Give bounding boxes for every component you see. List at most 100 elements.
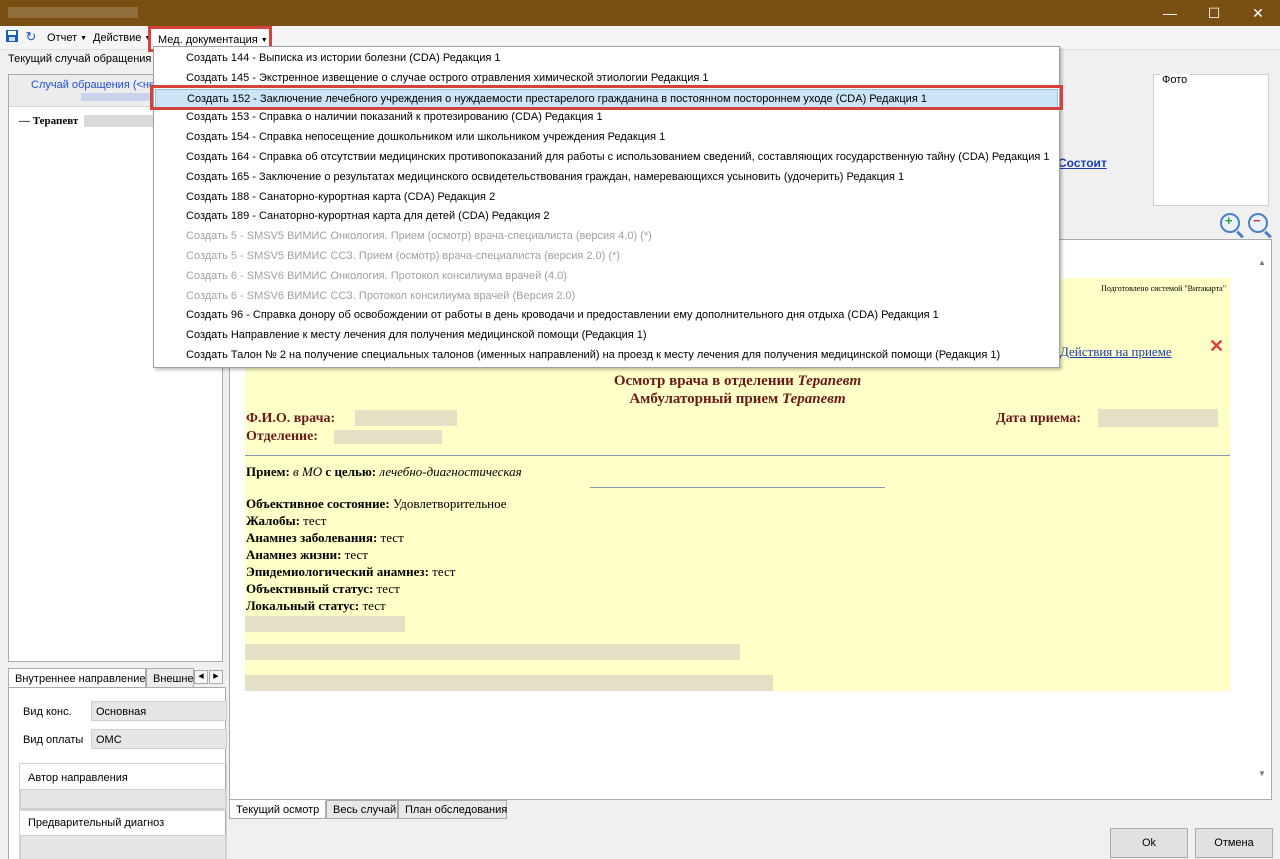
field-label: Жалобы: [246,513,300,528]
field-disease-anamnesis: Анамнез заболевания: тест [246,530,404,546]
scroll-up-icon[interactable]: ▲ [1256,258,1268,270]
reception-line: Прием: в МО с целью: лечебно-диагностиче… [246,464,522,480]
ok-button[interactable]: Ok [1110,828,1188,858]
menu-item[interactable]: Создать 154 - Справка непосещение дошкол… [155,128,1058,148]
field-value: тест [362,598,386,613]
field-life-anamnesis: Анамнез жизни: тест [246,547,368,563]
photo-frame: Фото [1153,74,1269,206]
document-title-line1: Осмотр врача в отделении Терапевт [245,373,1230,390]
current-case-label: Текущий случай обращения [8,53,152,65]
document-title-line2: Амбулаторный прием Терапевт [245,391,1230,408]
title-text: Амбулаторный прием [629,391,782,407]
menu-item[interactable]: Создать 144 - Выписка из истории болезни… [155,49,1058,69]
chevron-down-icon: ▼ [80,35,88,42]
field-label: Локальный статус: [246,598,360,613]
reception-goal-label: с целью: [325,464,377,479]
zoom-out-icon[interactable]: − [1248,213,1268,233]
tab-scroll-left-icon[interactable]: ◀ [194,670,208,684]
field-objective-state: Объективное состояние: Удовлетворительно… [246,496,507,512]
divider [590,487,885,488]
field-value: тест [376,581,400,596]
payment-kind-field[interactable]: ОМС [91,729,227,749]
author-field[interactable] [20,789,226,809]
field-label: Анамнез жизни: [246,547,342,562]
menu-item-disabled: Создать 5 - SMSV5 ВИМИС ССЗ. Прием (осмо… [186,250,620,262]
field-local-status: Локальный статус: тест [246,598,386,614]
menu-item-selected[interactable]: Создать 152 - Заключение лечебного учреж… [155,88,1058,109]
menu-item[interactable]: Создать 96 - Справка донору об освобожде… [155,306,1058,326]
menu-item[interactable]: Создать Талон № 2 на получение специальн… [155,346,1058,366]
menu-item[interactable]: Создать 145 - Экстренное извещение о слу… [155,69,1058,89]
field-epid-anamnesis: Эпидемиологический анамнез: тест [246,564,455,580]
menu-item[interactable]: Создать 189 - Санаторно-курортная карта … [155,207,1058,227]
action-menu[interactable]: Действие▼ [93,30,151,46]
author-label: Автор направления [28,772,128,784]
menu-item[interactable]: Создать 164 - Справка об отсутствии меди… [155,148,1058,168]
doctor-name-label: Ф.И.О. врача: [246,411,336,426]
consult-kind-label: Вид конс. [23,706,72,718]
tab-whole-case[interactable]: Весь случай [326,800,398,819]
menu-item-disabled: Создать 6 - SMSV6 ВИМИС Онкология. Прото… [186,269,567,282]
tree-node-therapist[interactable]: — Терапевт [19,115,155,128]
redacted-text [245,644,740,660]
field-value: тест [344,547,368,562]
action-menu-label: Действие [93,32,142,44]
redacted-text [245,616,405,632]
cancel-button[interactable]: Отмена [1195,828,1273,858]
meddoc-dropdown-menu: Создать 144 - Выписка из истории болезни… [153,46,1060,368]
diagnosis-field[interactable] [20,835,226,859]
save-icon[interactable] [4,29,20,45]
report-menu[interactable]: Отчет ▼ [47,30,87,46]
state-link[interactable]: Состоит [1058,156,1107,170]
department-redacted [334,430,442,444]
field-value: тест [380,530,404,545]
reception-date-redacted [1098,409,1218,427]
scroll-down-icon[interactable]: ▼ [1256,769,1268,781]
reception-label: Прием: [246,464,290,479]
payment-kind-label: Вид оплаты [23,734,84,746]
divider [245,455,1230,456]
field-value: тест [303,513,327,528]
menu-item-disabled: Создать 5 - SMSV5 ВИМИС Онкология. Прием… [186,230,652,243]
redacted-text [81,93,161,101]
maximize-button[interactable]: ☐ [1192,0,1236,26]
zoom-in-icon[interactable]: + [1220,213,1240,233]
field-label: Анамнез заболевания: [246,530,378,545]
menu-item[interactable]: Создать Направление к месту лечения для … [155,326,1058,346]
diagnosis-group: Предварительный диагноз [19,810,227,859]
close-icon[interactable]: ✕ [1209,336,1224,357]
reception-date-label: Дата приема: [996,411,1082,426]
tab-internal-referral[interactable]: Внутреннее направление [8,668,146,688]
tab-scroll-right-icon[interactable]: ▶ [209,670,223,684]
field-objective-status: Объективный статус: тест [246,581,400,597]
menu-item[interactable]: Создать 153 - Справка о наличии показани… [155,108,1058,128]
tab-exam-plan[interactable]: План обследования [398,800,507,819]
minimize-button[interactable]: — [1148,0,1192,26]
refresh-icon[interactable]: ↻ [23,29,39,45]
document-scrollbar[interactable]: ▲ ▼ [1254,240,1271,799]
window-title-redacted [8,7,138,18]
title-department: Терапевт [782,391,846,407]
diagnosis-label: Предварительный диагноз [28,817,165,829]
consult-kind-field[interactable]: Основная [91,701,227,721]
field-value: тест [432,564,456,579]
author-group: Автор направления [19,763,227,810]
actions-on-reception-link[interactable]: Действия на приеме [1060,344,1172,360]
photo-label: Фото [1160,74,1190,86]
close-window-button[interactable]: ✕ [1236,0,1280,26]
menu-item-disabled: Создать 6 - SMSV6 ВИМИС ССЗ. Протокол ко… [186,289,576,302]
prepared-by-text: Подготовлено системой "Витакарта" [1101,284,1226,293]
menu-item[interactable]: Создать 188 - Санаторно-курортная карта … [155,188,1058,208]
department-label: Отделение: [246,429,318,444]
meddoc-menu-label: Мед. документация [158,34,258,46]
field-label: Объективный статус: [246,581,374,596]
tab-current-exam[interactable]: Текущий осмотр [229,800,326,819]
field-label: Объективное состояние: [246,496,390,511]
title-bar: — ☐ ✕ [0,0,1280,26]
tree-node-label: Терапевт [32,115,79,127]
tab-external-referral[interactable]: Внешне [146,668,194,688]
menu-item[interactable]: Создать 165 - Заключение о результатах м… [155,168,1058,188]
redacted-text [84,115,155,128]
referral-tab-body: Вид конс. Основная Вид оплаты ОМС Автор … [8,687,227,859]
title-text: Осмотр врача в отделении [613,373,798,389]
